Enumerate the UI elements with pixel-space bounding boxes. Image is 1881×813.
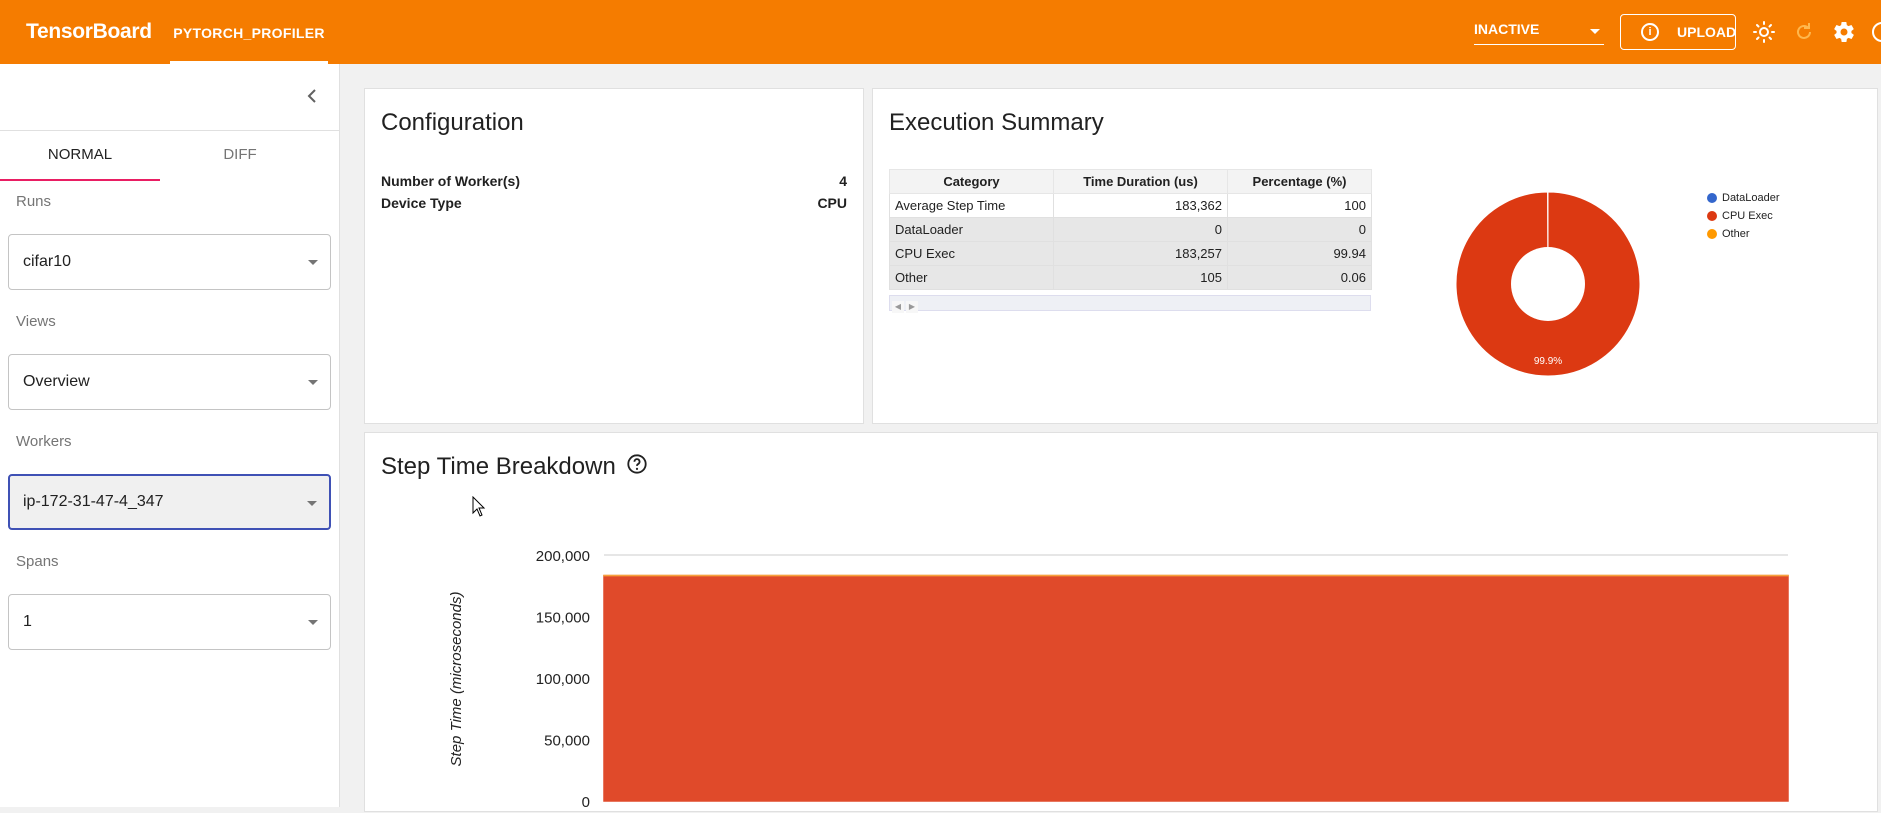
spans-select[interactable]: 1 (8, 594, 331, 650)
table-cell: 100 (1228, 194, 1372, 218)
table-cell: 0 (1054, 218, 1228, 242)
legend-dot (1707, 229, 1717, 239)
table-cell: DataLoader (890, 218, 1054, 242)
inactive-select-label: INACTIVE (1474, 21, 1539, 37)
workers-value: ip-172-31-47-4_347 (23, 493, 164, 510)
sidebar: NORMAL DIFF Runs cifar10 Views Overview … (0, 64, 340, 807)
table-cell: 183,362 (1054, 194, 1228, 218)
table-cell: 105 (1054, 266, 1228, 290)
area-series-cpu-exec[interactable] (604, 576, 1788, 801)
upload-button[interactable]: i UPLOAD (1620, 14, 1736, 50)
table-cell: 183,257 (1054, 242, 1228, 266)
table-cell: 0 (1228, 218, 1372, 242)
spans-label: Spans (16, 553, 59, 570)
table-cell: Average Step Time (890, 194, 1054, 218)
runs-select[interactable]: cifar10 (8, 234, 331, 290)
column-header[interactable]: Percentage (%) (1228, 170, 1372, 194)
workers-select[interactable]: ip-172-31-47-4_347 (8, 474, 331, 530)
brightness-icon[interactable] (1752, 20, 1776, 44)
legend-label: Other (1722, 228, 1750, 240)
chevron-left-icon[interactable] (300, 84, 324, 108)
table-horizontal-scrollbar[interactable]: ◀▶ (889, 295, 1371, 311)
scroll-left-icon[interactable]: ◀ (892, 301, 904, 313)
configuration-card: Configuration Number of Worker(s) 4 Devi… (364, 88, 864, 424)
tab-pytorch-profiler[interactable]: PYTORCH_PROFILER (170, 0, 328, 64)
plugin-tab-label: PYTORCH_PROFILER (173, 25, 325, 41)
chevron-down-icon (1590, 29, 1600, 34)
legend-item-other[interactable]: Other (1707, 225, 1780, 243)
execution-donut-chart: 99.9% (1453, 189, 1643, 379)
legend-dot (1707, 211, 1717, 221)
donut-legend: DataLoader CPU Exec Other (1707, 189, 1780, 243)
help-icon[interactable] (1870, 20, 1881, 44)
table-cell: CPU Exec (890, 242, 1054, 266)
y-tick-label: 200,000 (536, 548, 590, 565)
inactive-plugins-select[interactable]: INACTIVE (1474, 21, 1604, 45)
views-label: Views (16, 313, 56, 330)
views-value: Overview (23, 373, 90, 390)
views-select[interactable]: Overview (8, 354, 331, 410)
chevron-down-icon (307, 501, 317, 506)
donut-percent-label: 99.9% (1534, 356, 1562, 367)
config-row-device: Device Type CPU (381, 195, 847, 211)
spans-value: 1 (23, 613, 32, 630)
scroll-right-icon[interactable]: ▶ (906, 301, 918, 313)
table-row[interactable]: CPU Exec 183,257 99.94 (890, 242, 1372, 266)
app-brand[interactable]: TensorBoard (26, 20, 152, 44)
legend-item-dataloader[interactable]: DataLoader (1707, 189, 1780, 207)
summary-table: Category Time Duration (us) Percentage (… (889, 169, 1372, 290)
table-row[interactable]: Average Step Time 183,362 100 (890, 194, 1372, 218)
runs-label: Runs (16, 193, 51, 210)
legend-item-cpu-exec[interactable]: CPU Exec (1707, 207, 1780, 225)
execution-summary-title: Execution Summary (889, 109, 1104, 137)
refresh-icon[interactable] (1792, 20, 1816, 44)
mode-tabs: NORMAL DIFF (0, 130, 340, 180)
config-key: Device Type (381, 195, 462, 211)
chevron-down-icon (308, 260, 318, 265)
table-cell: 0.06 (1228, 266, 1372, 290)
config-key: Number of Worker(s) (381, 173, 520, 189)
table-row[interactable]: Other 105 0.06 (890, 266, 1372, 290)
y-tick-label: 150,000 (536, 610, 590, 627)
y-tick-label: 100,000 (536, 671, 590, 688)
y-tick-label: 50,000 (544, 733, 590, 750)
tab-normal[interactable]: NORMAL (0, 131, 160, 181)
chevron-down-icon (308, 380, 318, 385)
table-cell: 99.94 (1228, 242, 1372, 266)
step-time-chart: 200,000 150,000 100,000 50,000 0 Step Time (… (365, 433, 1879, 813)
legend-label: CPU Exec (1722, 210, 1773, 222)
step-time-card: Step Time Breakdown 200,000150,000100,00… (364, 432, 1878, 812)
config-row-workers: Number of Worker(s) 4 (381, 173, 847, 189)
y-axis-label: Step Time (microseconds) (448, 592, 465, 767)
upload-label: UPLOAD (1677, 24, 1736, 40)
column-header[interactable]: Time Duration (us) (1054, 170, 1228, 194)
config-value: CPU (817, 195, 847, 211)
workers-label: Workers (16, 433, 72, 450)
table-header-row: Category Time Duration (us) Percentage (… (890, 170, 1372, 194)
table-row[interactable]: DataLoader 0 0 (890, 218, 1372, 242)
info-icon: i (1641, 23, 1659, 41)
table-cell: Other (890, 266, 1054, 290)
donut-hole (1511, 247, 1585, 321)
top-app-bar: TensorBoard PYTORCH_PROFILER INACTIVE i … (0, 0, 1881, 64)
execution-summary-card: Execution Summary Category Time Duration… (872, 88, 1878, 424)
settings-icon[interactable] (1832, 20, 1856, 44)
legend-dot (1707, 193, 1717, 203)
configuration-title: Configuration (381, 109, 524, 137)
column-header[interactable]: Category (890, 170, 1054, 194)
y-tick-label: 0 (582, 794, 590, 811)
tab-diff[interactable]: DIFF (160, 131, 320, 181)
mouse-cursor-icon (472, 496, 488, 518)
config-value: 4 (839, 173, 847, 189)
runs-value: cifar10 (23, 253, 71, 270)
legend-label: DataLoader (1722, 192, 1780, 204)
chevron-down-icon (308, 620, 318, 625)
